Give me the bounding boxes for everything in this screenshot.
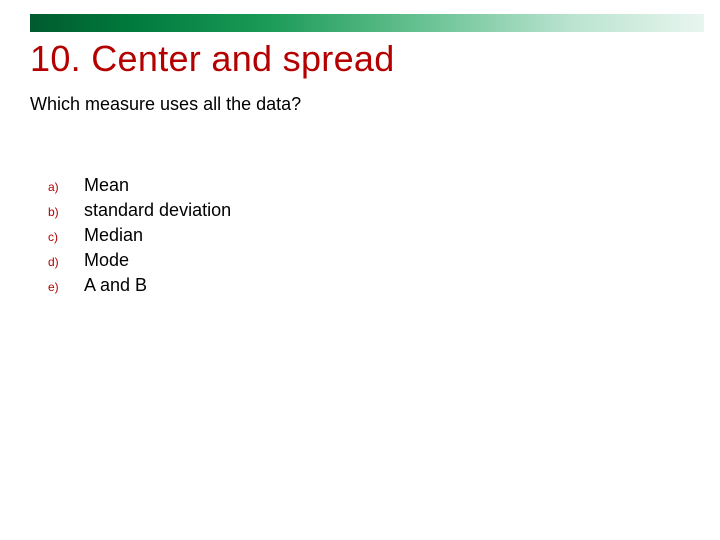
option-d: d) Mode bbox=[48, 250, 231, 271]
option-c: c) Median bbox=[48, 225, 231, 246]
slide-title: 10. Center and spread bbox=[30, 38, 395, 80]
option-text: standard deviation bbox=[84, 200, 231, 221]
options-list: a) Mean b) standard deviation c) Median … bbox=[48, 175, 231, 300]
question-text: Which measure uses all the data? bbox=[30, 94, 301, 115]
option-b: b) standard deviation bbox=[48, 200, 231, 221]
option-text: Median bbox=[84, 225, 143, 246]
option-letter: e) bbox=[48, 280, 84, 294]
option-letter: d) bbox=[48, 255, 84, 269]
option-letter: a) bbox=[48, 180, 84, 194]
option-text: Mode bbox=[84, 250, 129, 271]
option-text: A and B bbox=[84, 275, 147, 296]
option-a: a) Mean bbox=[48, 175, 231, 196]
option-letter: b) bbox=[48, 205, 84, 219]
header-accent-bar bbox=[30, 14, 704, 32]
option-e: e) A and B bbox=[48, 275, 231, 296]
option-text: Mean bbox=[84, 175, 129, 196]
option-letter: c) bbox=[48, 230, 84, 244]
